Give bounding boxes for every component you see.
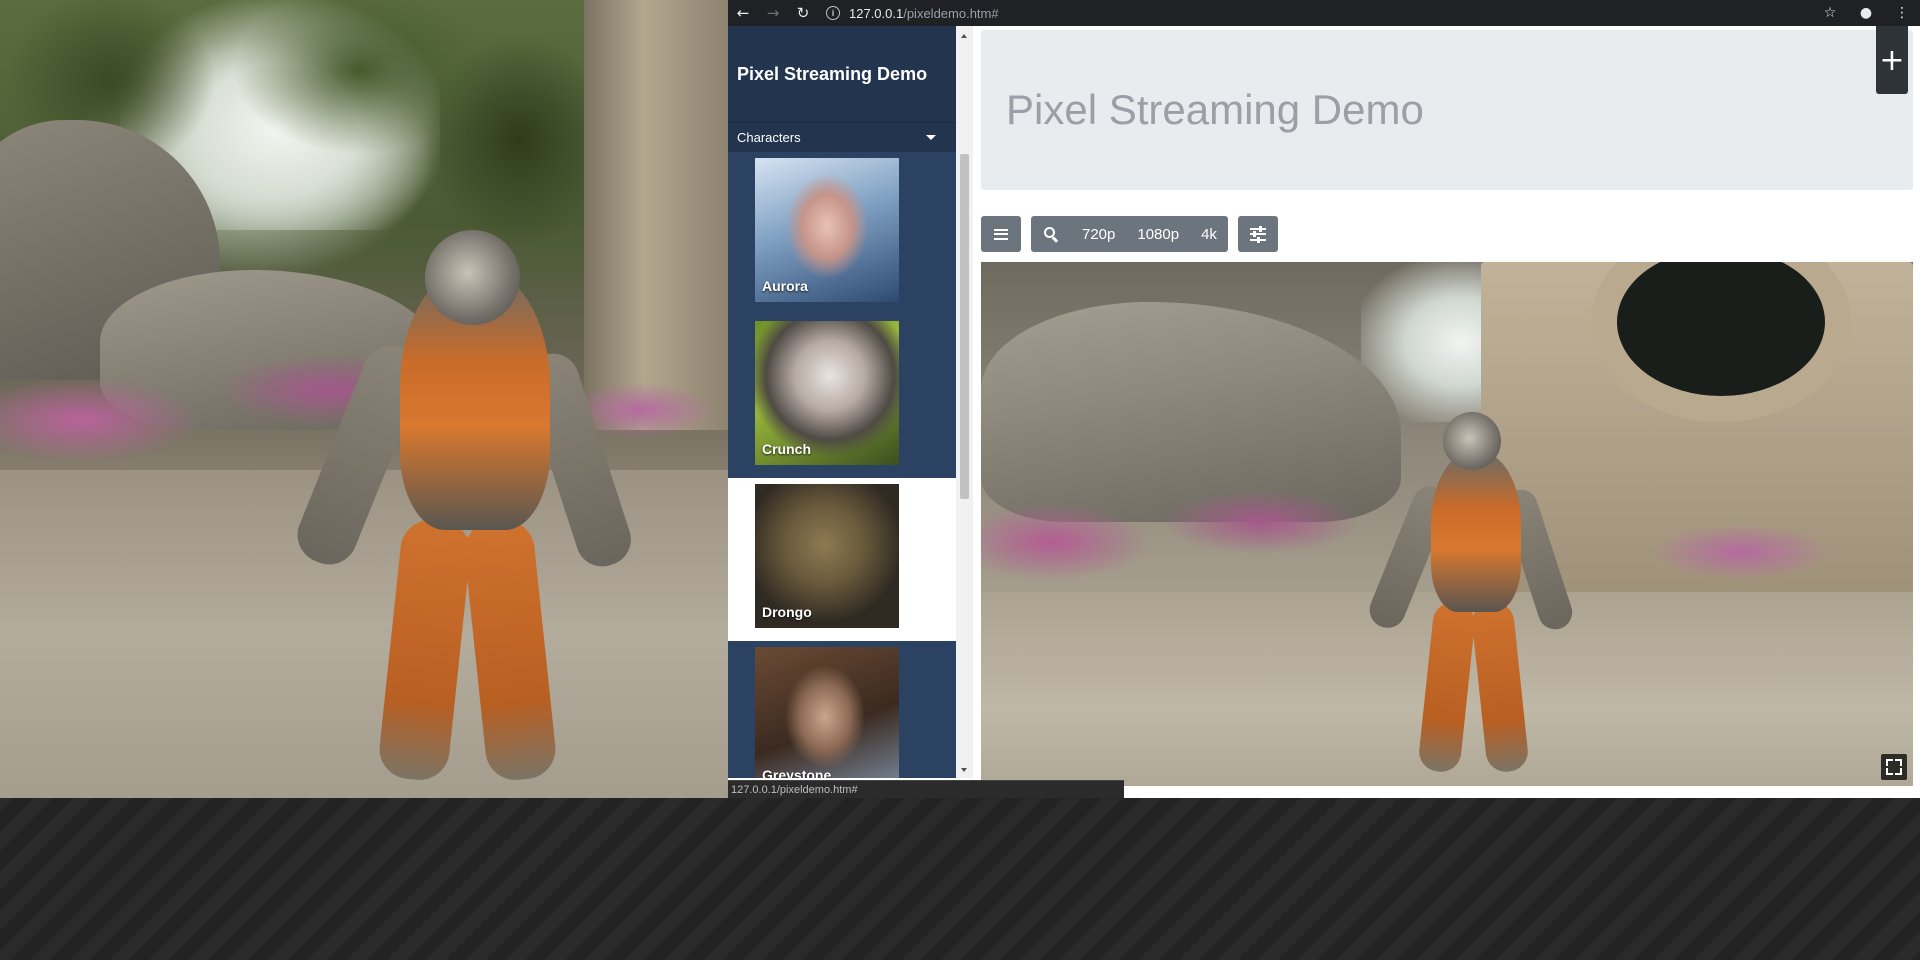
- scroll-thumb[interactable]: [960, 154, 969, 499]
- url-host: 127.0.0.1: [849, 5, 904, 21]
- character-name: Drongo: [762, 604, 812, 620]
- resolution-4k-button[interactable]: 4k: [1190, 216, 1228, 252]
- header-banner: Pixel Streaming Demo: [981, 30, 1913, 190]
- fullscreen-icon[interactable]: [1881, 754, 1907, 780]
- address-bar[interactable]: i 127.0.0.1/pixeldemo.htm#: [826, 0, 999, 26]
- reload-icon[interactable]: ↻: [788, 0, 818, 26]
- characters-dropdown[interactable]: Characters: [728, 122, 956, 152]
- character-item-aurora[interactable]: Aurora: [728, 152, 956, 315]
- main-content: Pixel Streaming Demo + 720p 1080p 4k: [973, 26, 1920, 798]
- character-list: Aurora Crunch Drongo Greystone: [728, 152, 956, 778]
- sliders-icon: [1249, 225, 1266, 243]
- url-path: /pixeldemo.htm#: [903, 5, 999, 21]
- sidebar-scrollbar[interactable]: [956, 26, 973, 778]
- zoom-button[interactable]: [1031, 216, 1071, 252]
- dropdown-label: Characters: [737, 130, 801, 145]
- back-arrow-icon[interactable]: ←: [728, 0, 758, 26]
- character-item-drongo[interactable]: Drongo: [728, 478, 956, 641]
- resolution-button-group: 720p 1080p 4k: [1031, 216, 1228, 252]
- character-name: Greystone: [762, 767, 832, 778]
- sidebar-title: Pixel Streaming Demo: [728, 26, 956, 122]
- settings-button[interactable]: [1238, 216, 1278, 252]
- scroll-down-icon[interactable]: [961, 768, 967, 772]
- page-title: Pixel Streaming Demo: [1006, 86, 1424, 133]
- menu-dots-icon[interactable]: ⋮: [1884, 5, 1920, 21]
- game-character: [289, 230, 638, 790]
- add-button[interactable]: +: [1876, 26, 1908, 94]
- chevron-down-icon: [926, 135, 936, 140]
- scroll-up-icon[interactable]: [961, 34, 967, 38]
- character-thumbnail[interactable]: Aurora: [755, 158, 899, 302]
- hamburger-icon: [994, 228, 1008, 240]
- star-icon[interactable]: ☆: [1812, 5, 1848, 21]
- character-thumbnail[interactable]: Drongo: [755, 484, 899, 628]
- incognito-icon[interactable]: ●: [1848, 5, 1884, 21]
- forward-arrow-icon[interactable]: →: [758, 0, 788, 26]
- sidebar: Pixel Streaming Demo Characters Aurora C…: [728, 26, 956, 778]
- stream-video[interactable]: [981, 262, 1913, 786]
- character-item-crunch[interactable]: Crunch: [728, 315, 956, 478]
- character-name: Crunch: [762, 441, 811, 457]
- character-name: Aurora: [762, 278, 808, 294]
- info-icon[interactable]: i: [826, 6, 840, 20]
- video-toolbar: 720p 1080p 4k: [981, 216, 1288, 252]
- menu-button[interactable]: [981, 216, 1021, 252]
- character-item-greystone[interactable]: Greystone: [728, 641, 956, 778]
- character-thumbnail[interactable]: Crunch: [755, 321, 899, 465]
- settings-button-group: [1237, 216, 1278, 252]
- game-character: [1364, 412, 1577, 782]
- resolution-1080p-button[interactable]: 1080p: [1126, 216, 1190, 252]
- resolution-720p-button[interactable]: 720p: [1071, 216, 1126, 252]
- game-viewport-background: [0, 0, 728, 798]
- character-thumbnail[interactable]: Greystone: [755, 647, 899, 778]
- zoom-icon: [1044, 227, 1059, 243]
- status-bar-url: 127.0.0.1/pixeldemo.htm#: [728, 780, 1124, 798]
- browser-toolbar: ← → ↻ i 127.0.0.1/pixeldemo.htm# ☆ ● ⋮: [728, 0, 1920, 26]
- browser-window: ← → ↻ i 127.0.0.1/pixeldemo.htm# ☆ ● ⋮ P…: [728, 0, 1920, 798]
- menu-button-group: [981, 216, 1021, 252]
